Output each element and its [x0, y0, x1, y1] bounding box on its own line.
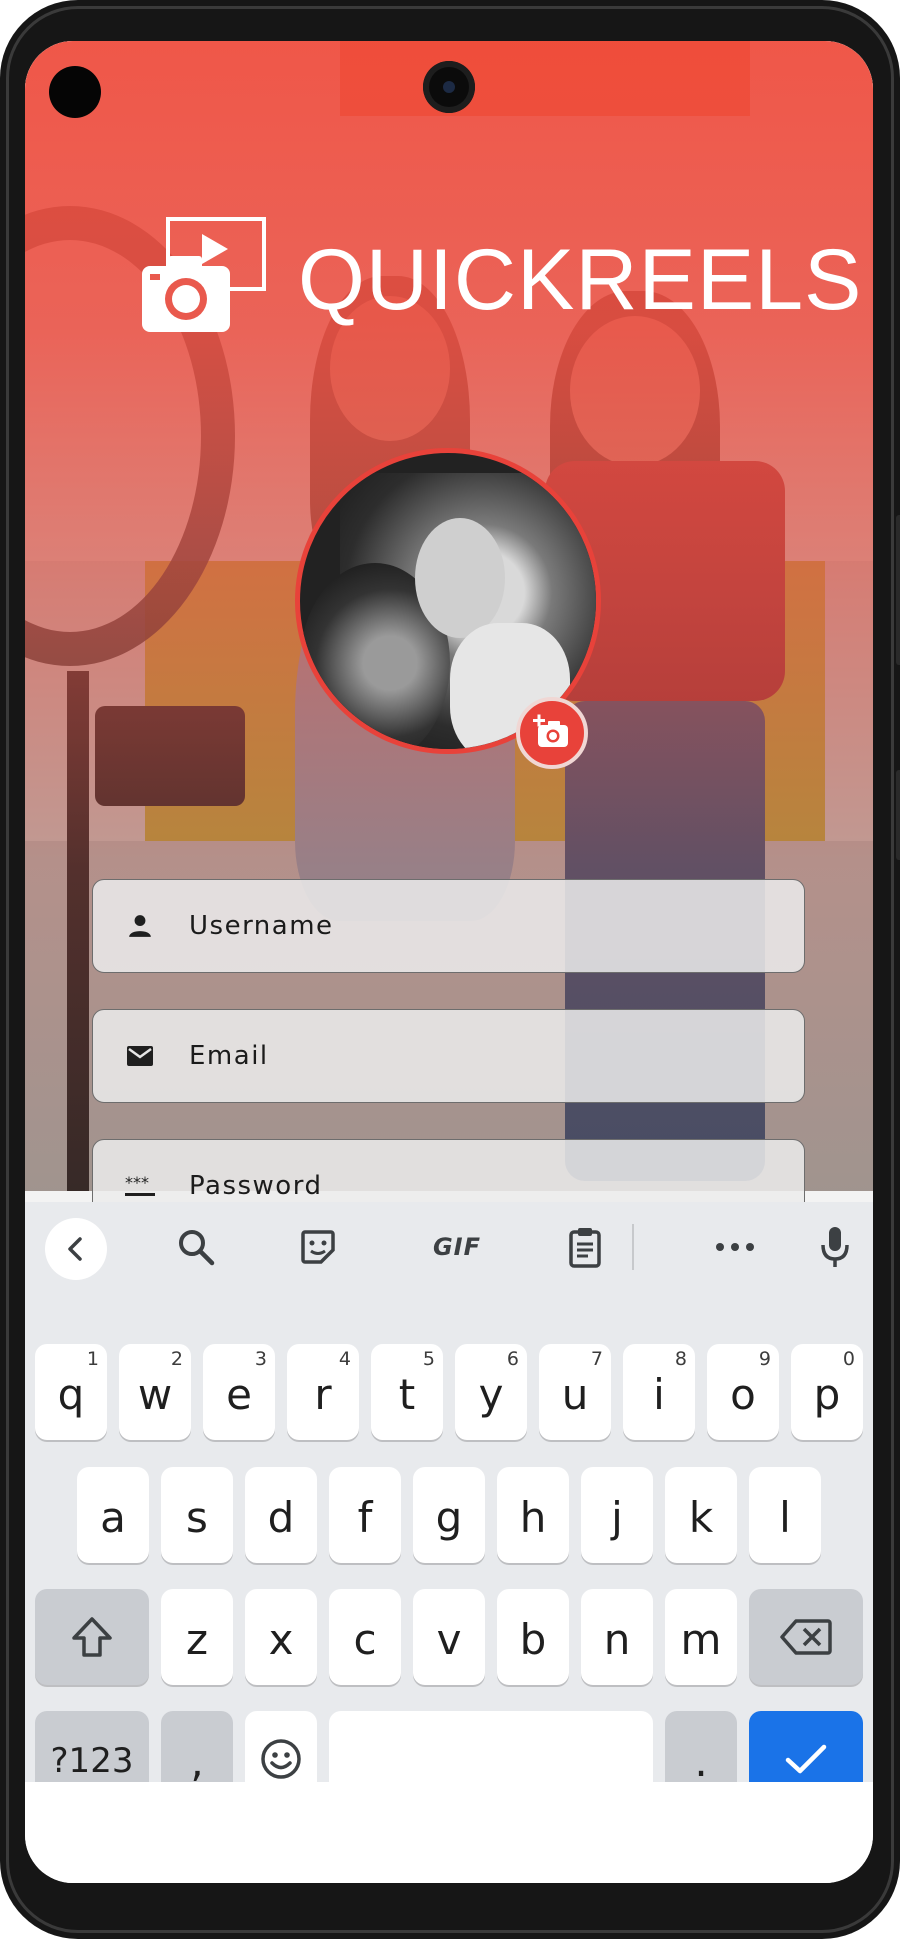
brand-name: QUICKREELS	[298, 232, 863, 328]
username-placeholder: Username	[189, 911, 334, 941]
key-b[interactable]: b	[497, 1589, 569, 1685]
soft-keyboard: GIF 1q 2w 3e 4r 5t 6y 7u 8i 9 o 0 p a s …	[25, 1202, 873, 1807]
clipboard-icon	[569, 1228, 601, 1268]
key-e[interactable]: 3e	[203, 1344, 275, 1440]
add-photo-button[interactable]	[516, 697, 588, 769]
key-j[interactable]: j	[581, 1467, 653, 1563]
key-n[interactable]: n	[581, 1589, 653, 1685]
key-y[interactable]: 6y	[455, 1344, 527, 1440]
gif-button[interactable]: GIF	[427, 1222, 487, 1272]
sticker-button[interactable]	[293, 1222, 343, 1272]
front-camera	[423, 61, 475, 113]
power-button	[896, 515, 900, 665]
key-i[interactable]: 8i	[623, 1344, 695, 1440]
key-f[interactable]: f	[329, 1467, 401, 1563]
key-o[interactable]: 9o	[707, 1344, 779, 1440]
key-w[interactable]: 2w	[119, 1344, 191, 1440]
mic-icon	[821, 1227, 849, 1267]
key-c[interactable]: c	[329, 1589, 401, 1685]
volume-button	[896, 770, 900, 860]
key-h[interactable]: h	[497, 1467, 569, 1563]
emoji-icon	[261, 1739, 301, 1779]
email-field[interactable]: Email	[92, 1009, 805, 1103]
key-k[interactable]: k	[665, 1467, 737, 1563]
sticker-icon	[301, 1230, 335, 1264]
toolbar-divider	[632, 1224, 634, 1270]
email-placeholder: Email	[189, 1041, 269, 1071]
add-a-photo-icon	[533, 714, 568, 747]
key-t[interactable]: 5t	[371, 1344, 443, 1440]
username-field[interactable]: Username	[92, 879, 805, 973]
chevron-left-icon	[68, 1237, 82, 1261]
key-g[interactable]: g	[413, 1467, 485, 1563]
svg-text:***: ***	[125, 1174, 149, 1192]
password-placeholder: Password	[189, 1171, 323, 1201]
gif-label: GIF	[432, 1233, 482, 1261]
key-v[interactable]: v	[413, 1589, 485, 1685]
person-icon	[125, 911, 155, 941]
search-button[interactable]	[171, 1222, 221, 1272]
navigation-area	[25, 1782, 873, 1883]
screen: QUICKREELS Username Email *** Password G…	[25, 41, 873, 1883]
checkmark-icon	[785, 1744, 827, 1774]
app-logo: QUICKREELS	[140, 216, 861, 336]
key-a[interactable]: a	[77, 1467, 149, 1563]
key-q[interactable]: 1q	[35, 1344, 107, 1440]
more-button[interactable]	[710, 1222, 760, 1272]
more-icon	[716, 1243, 754, 1251]
mic-button[interactable]	[815, 1222, 855, 1272]
key-x[interactable]: x	[245, 1589, 317, 1685]
key-l[interactable]: l	[749, 1467, 821, 1563]
key-p[interactable]: 0p	[791, 1344, 863, 1440]
key-d[interactable]: d	[245, 1467, 317, 1563]
backspace-icon	[780, 1619, 832, 1655]
shift-key[interactable]	[35, 1589, 149, 1685]
camera-play-logo-icon	[142, 217, 266, 332]
keyboard-toolbar: GIF	[25, 1202, 873, 1292]
status-indicator-dot	[49, 66, 101, 118]
shift-icon	[72, 1617, 112, 1657]
key-z[interactable]: z	[161, 1589, 233, 1685]
key-s[interactable]: s	[161, 1467, 233, 1563]
keyboard-back-button[interactable]	[45, 1218, 107, 1280]
password-icon: ***	[125, 1171, 155, 1201]
backspace-key[interactable]	[749, 1589, 863, 1685]
key-m[interactable]: m	[665, 1589, 737, 1685]
clipboard-button[interactable]	[560, 1222, 610, 1272]
email-icon	[125, 1041, 155, 1071]
search-icon	[179, 1230, 215, 1266]
phone-frame: QUICKREELS Username Email *** Password G…	[0, 0, 900, 1939]
key-r[interactable]: 4r	[287, 1344, 359, 1440]
key-u[interactable]: 7u	[539, 1344, 611, 1440]
